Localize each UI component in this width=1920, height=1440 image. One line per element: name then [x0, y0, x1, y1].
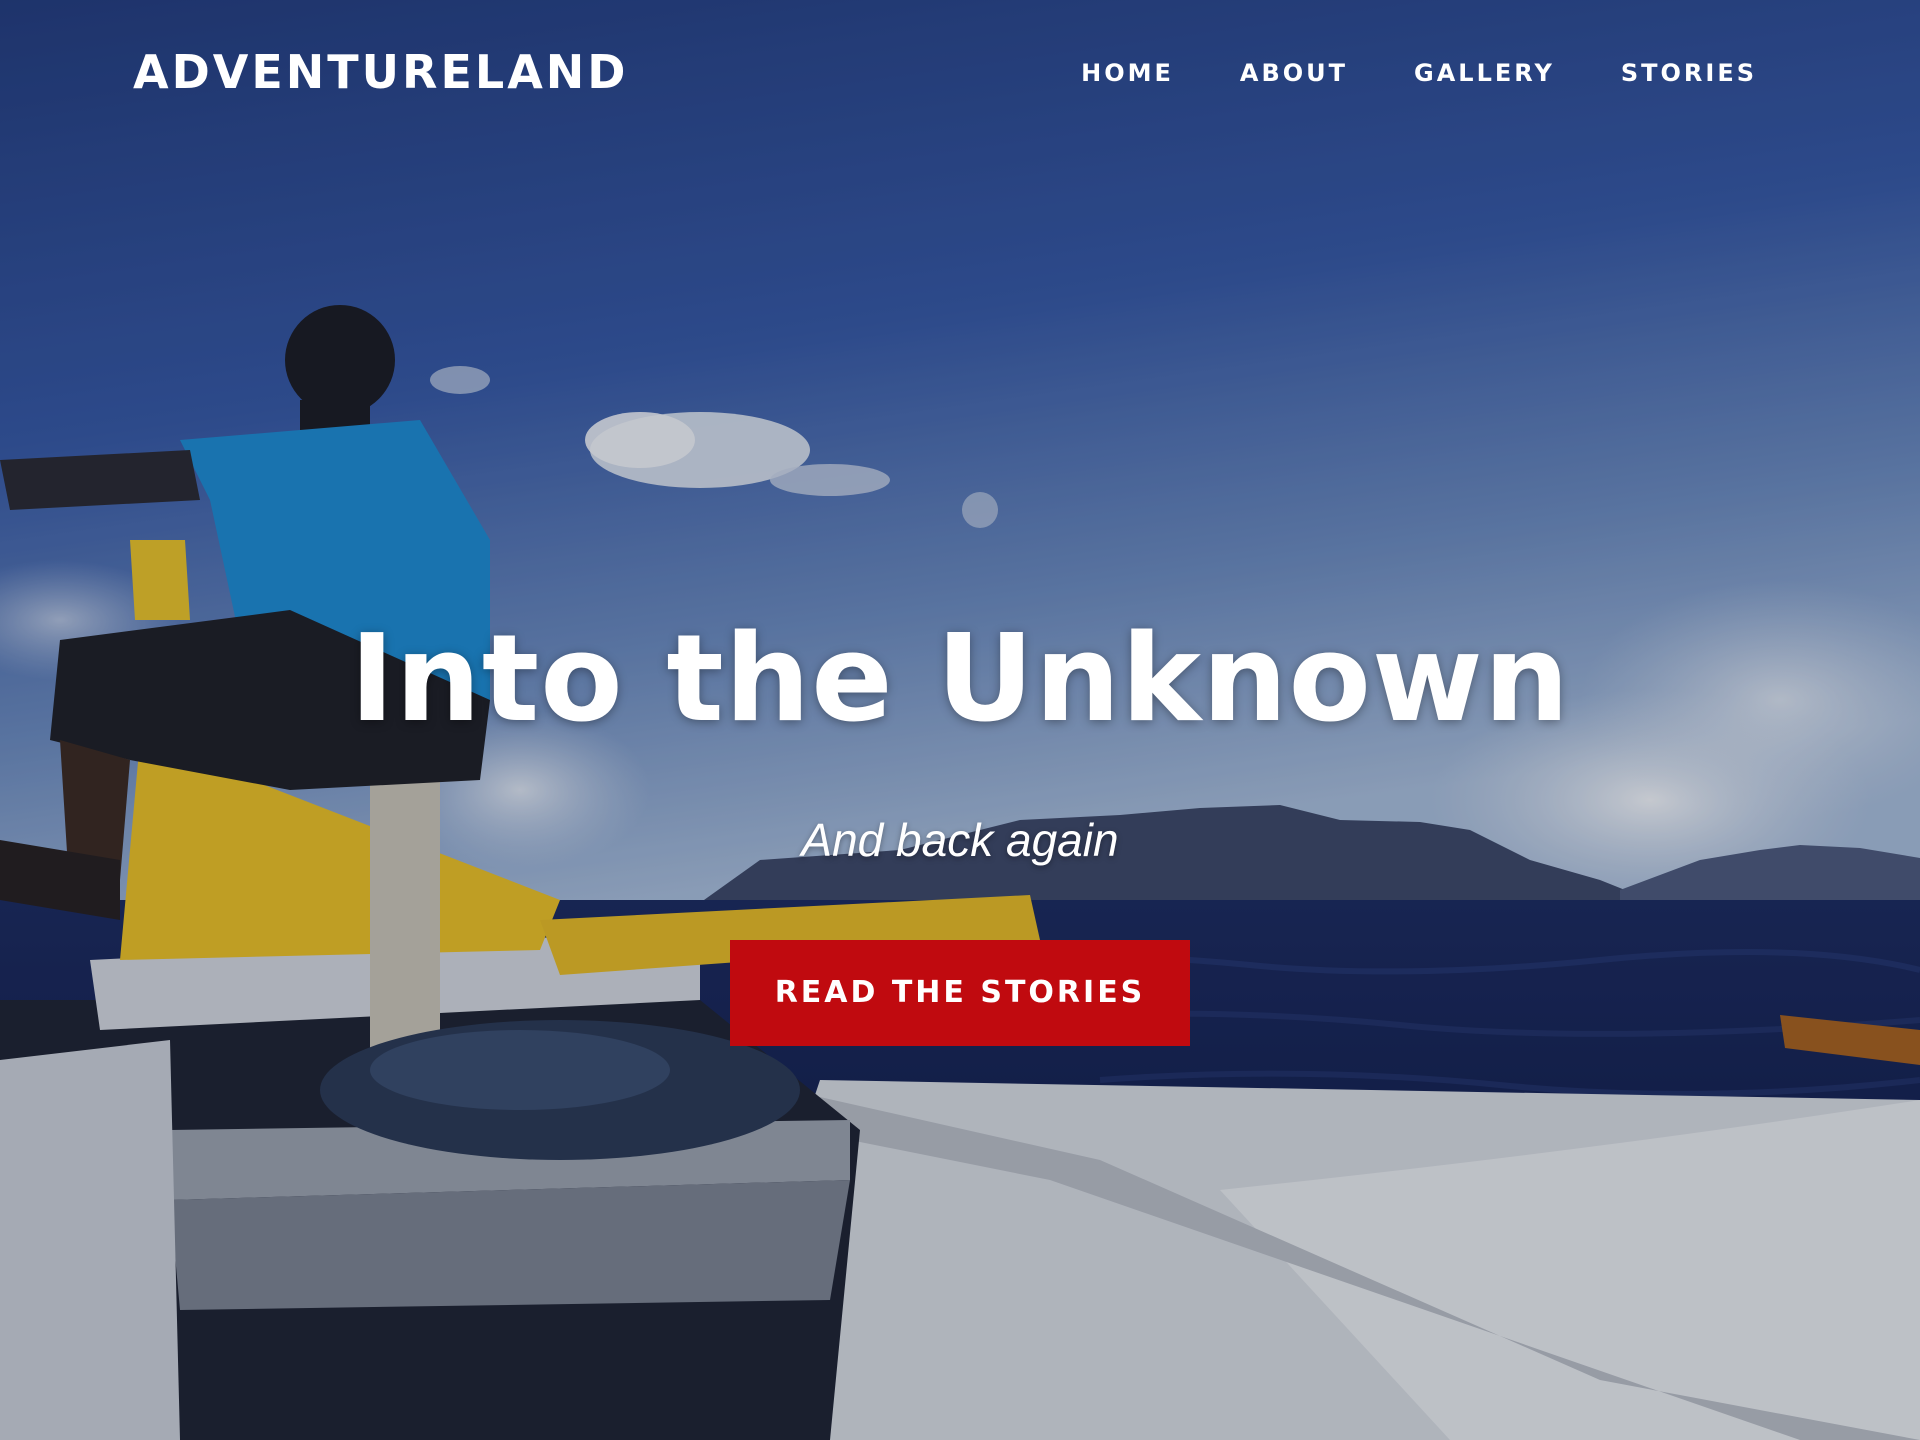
nav-link-home[interactable]: HOME: [1081, 59, 1174, 87]
site-header: ADVENTURELAND HOME ABOUT GALLERY STORIES: [0, 0, 1920, 150]
hero-section: Into the Unknown And back again READ THE…: [0, 600, 1920, 1046]
nav-item-gallery: GALLERY: [1414, 56, 1555, 90]
page: ADVENTURELAND HOME ABOUT GALLERY STORIES…: [0, 0, 1920, 1440]
read-stories-button[interactable]: READ THE STORIES: [730, 940, 1190, 1046]
site-logo[interactable]: ADVENTURELAND: [133, 42, 628, 102]
nav-link-gallery[interactable]: GALLERY: [1414, 59, 1555, 87]
main-nav: HOME ABOUT GALLERY STORIES: [1081, 56, 1757, 90]
nav-item-about: ABOUT: [1240, 56, 1348, 90]
hero-title: Into the Unknown: [349, 610, 1571, 749]
nav-link-about[interactable]: ABOUT: [1240, 59, 1348, 87]
nav-link-stories[interactable]: STORIES: [1621, 59, 1757, 87]
nav-item-stories: STORIES: [1621, 56, 1757, 90]
nav-item-home: HOME: [1081, 56, 1174, 90]
hero-subtitle: And back again: [801, 814, 1119, 866]
